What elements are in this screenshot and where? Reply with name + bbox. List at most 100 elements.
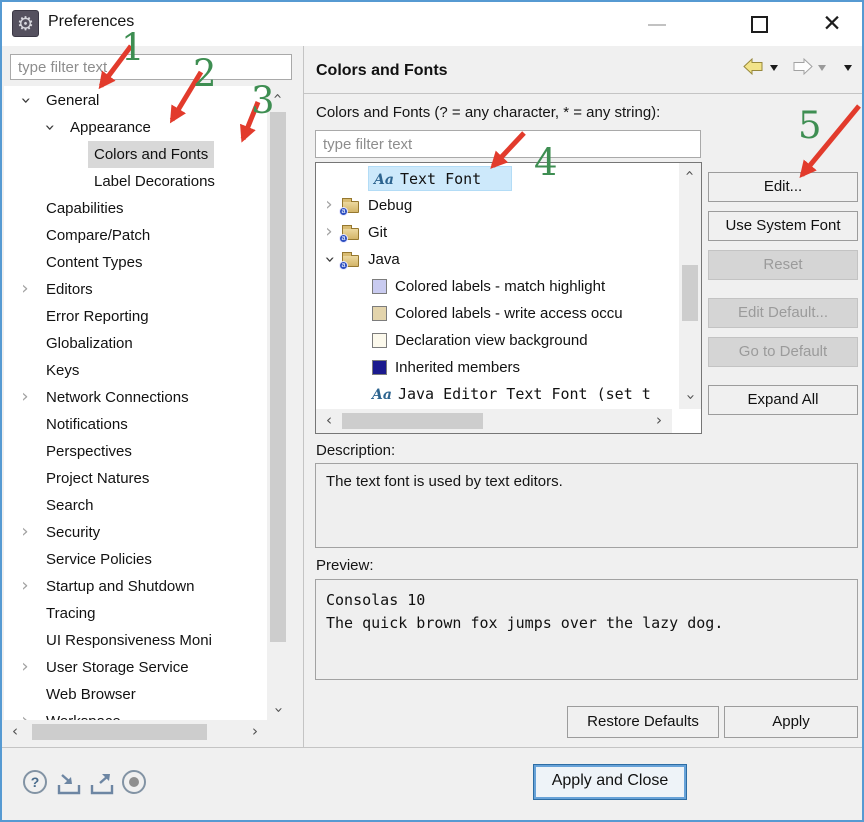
- forward-arrow-icon[interactable]: [792, 58, 814, 75]
- scroll-down-icon[interactable]: ›: [680, 386, 700, 408]
- scroll-left-icon[interactable]: ‹: [4, 722, 26, 742]
- scroll-right-icon[interactable]: ›: [648, 411, 670, 431]
- sidebar-vertical-scrollbar[interactable]: › ›: [267, 86, 289, 720]
- app-gear-icon: ⚙: [12, 10, 39, 37]
- sidebar-item-network-connections[interactable]: › Network Connections: [4, 384, 267, 411]
- sidebar-item-label: Service Policies: [46, 546, 152, 573]
- scroll-down-icon[interactable]: ›: [268, 699, 288, 721]
- expand-chevron-icon[interactable]: ›: [18, 519, 32, 546]
- font-tree-item-text-font[interactable]: AaText Font: [316, 165, 679, 192]
- font-tree-item-inherited-members[interactable]: Inherited members: [316, 354, 679, 381]
- color-item-label: Colored labels - write access occu: [395, 300, 623, 327]
- fonts-filter-input[interactable]: [315, 130, 701, 158]
- sidebar-item-globalization[interactable]: Globalization: [4, 330, 267, 357]
- expand-all-button[interactable]: Expand All: [708, 385, 858, 415]
- font-tree-item-debug[interactable]: ›aDebug: [316, 192, 679, 219]
- back-arrow-icon[interactable]: [742, 58, 764, 75]
- sidebar-item-editors[interactable]: ›Editors: [4, 276, 267, 303]
- font-tree-item-declaration-view-background[interactable]: Declaration view background: [316, 327, 679, 354]
- font-tree-item-colored-labels-match-highlight[interactable]: Colored labels - match highlight: [316, 273, 679, 300]
- edit-button[interactable]: Edit...: [708, 172, 858, 202]
- go-to-default-button[interactable]: Go to Default: [708, 337, 858, 367]
- maximize-button[interactable]: [751, 16, 768, 33]
- sidebar-filter-input[interactable]: [10, 54, 292, 80]
- font-tree-item-colored-labels-write-access-occu[interactable]: Colored labels - write access occu: [316, 300, 679, 327]
- sidebar-item-label: Network Connections: [46, 384, 189, 411]
- scrollbar-thumb[interactable]: [32, 724, 207, 740]
- restore-defaults-button[interactable]: Restore Defaults: [567, 706, 719, 738]
- scroll-left-icon[interactable]: ‹: [318, 411, 340, 431]
- page-title: Colors and Fonts: [316, 62, 448, 80]
- preview-sample-text: The quick brown fox jumps over the lazy …: [326, 612, 847, 635]
- sidebar-item-project-natures[interactable]: Project Natures: [4, 465, 267, 492]
- sidebar-item-startup-and-shutdown[interactable]: ›Startup and Shutdown: [4, 573, 267, 600]
- sidebar-item-label: Keys: [46, 357, 79, 384]
- apply-button[interactable]: Apply: [724, 706, 858, 738]
- minimize-button[interactable]: [648, 24, 666, 26]
- selected-item-highlight: AaText Font: [368, 166, 512, 191]
- reset-button[interactable]: Reset: [708, 250, 858, 280]
- sidebar-item-label: Security: [46, 519, 100, 546]
- sidebar-item-label-decorations[interactable]: Label Decorations: [4, 168, 267, 195]
- help-icon[interactable]: ?: [21, 768, 49, 796]
- expand-chevron-icon[interactable]: ›: [18, 573, 32, 600]
- fonts-vertical-scrollbar[interactable]: › ›: [679, 163, 701, 409]
- export-preferences-icon[interactable]: [88, 772, 117, 796]
- scroll-up-icon[interactable]: ›: [680, 162, 700, 184]
- sidebar-item-label: Project Natures: [46, 465, 149, 492]
- sidebar-item-colors-and-fonts[interactable]: Colors and Fonts: [4, 141, 267, 168]
- sidebar-item-tracing[interactable]: Tracing: [4, 600, 267, 627]
- colors-and-fonts-tree: AaText Font›aDebug›aGit›aJavaColored lab…: [315, 162, 702, 434]
- edit-default-button[interactable]: Edit Default...: [708, 298, 858, 328]
- sidebar-item-service-policies[interactable]: Service Policies: [4, 546, 267, 573]
- sidebar-item-workspace[interactable]: › Workspace: [4, 708, 267, 720]
- window-title: Preferences: [48, 13, 134, 31]
- footer-divider: [2, 747, 864, 748]
- sidebar-item-content-types[interactable]: Content Types: [4, 249, 267, 276]
- sidebar-item-notifications[interactable]: Notifications: [4, 411, 267, 438]
- view-menu-icon[interactable]: [844, 65, 852, 75]
- sidebar-item-security[interactable]: › Security: [4, 519, 267, 546]
- sidebar-item-compare-patch[interactable]: Compare/Patch: [4, 222, 267, 249]
- expand-chevron-icon[interactable]: ›: [18, 384, 32, 411]
- svg-text:?: ?: [31, 774, 40, 790]
- collapse-chevron-icon[interactable]: ›: [12, 94, 39, 108]
- expand-chevron-icon[interactable]: ›: [18, 654, 32, 681]
- scrollbar-thumb[interactable]: [682, 265, 698, 321]
- scrollbar-thumb[interactable]: [270, 112, 286, 642]
- sidebar-item-error-reporting[interactable]: Error Reporting: [4, 303, 267, 330]
- font-tree-item-java[interactable]: ›aJava: [316, 246, 679, 273]
- sidebar-item-label: UI Responsiveness Moni: [46, 627, 212, 654]
- font-tree-item-git[interactable]: ›aGit: [316, 219, 679, 246]
- scrollbar-thumb[interactable]: [342, 413, 483, 429]
- collapse-chevron-icon[interactable]: ›: [36, 121, 63, 135]
- expand-chevron-icon[interactable]: ›: [18, 276, 32, 303]
- sidebar-item-general[interactable]: ›General: [4, 87, 267, 114]
- sidebar-item-keys[interactable]: Keys: [4, 357, 267, 384]
- font-item-label: Text Font: [400, 170, 481, 188]
- back-history-dropdown-icon[interactable]: [770, 65, 778, 75]
- scroll-up-icon[interactable]: ›: [268, 85, 288, 107]
- sidebar-item-appearance[interactable]: ›Appearance: [4, 114, 267, 141]
- sidebar-horizontal-scrollbar[interactable]: ‹ ›: [4, 720, 266, 744]
- sidebar-item-user-storage-service[interactable]: ›User Storage Service: [4, 654, 267, 681]
- expand-chevron-icon[interactable]: ›: [322, 192, 336, 219]
- sidebar-item-capabilities[interactable]: Capabilities: [4, 195, 267, 222]
- close-button[interactable]: ✕: [817, 9, 847, 39]
- import-preferences-icon[interactable]: [55, 772, 84, 796]
- fonts-horizontal-scrollbar[interactable]: ‹ ›: [316, 409, 672, 433]
- forward-history-dropdown-icon[interactable]: [818, 65, 826, 75]
- expand-chevron-icon[interactable]: ›: [18, 708, 32, 720]
- preference-recorder-icon[interactable]: [120, 768, 148, 796]
- sidebar-item-search[interactable]: Search: [4, 492, 267, 519]
- apply-and-close-button[interactable]: Apply and Close: [533, 764, 687, 800]
- sidebar-item-perspectives[interactable]: Perspectives: [4, 438, 267, 465]
- use-system-font-button[interactable]: Use System Font: [708, 211, 858, 241]
- sidebar-item-label: Workspace: [46, 708, 121, 720]
- scroll-right-icon[interactable]: ›: [244, 722, 266, 742]
- description-label: Description:: [316, 442, 395, 459]
- sidebar-item-web-browser[interactable]: Web Browser: [4, 681, 267, 708]
- font-tree-item-java-editor-text-font-set-t[interactable]: AaJava Editor Text Font (set t: [316, 381, 679, 408]
- sidebar-item-ui-responsiveness-moni[interactable]: UI Responsiveness Moni: [4, 627, 267, 654]
- expand-chevron-icon[interactable]: ›: [322, 219, 336, 246]
